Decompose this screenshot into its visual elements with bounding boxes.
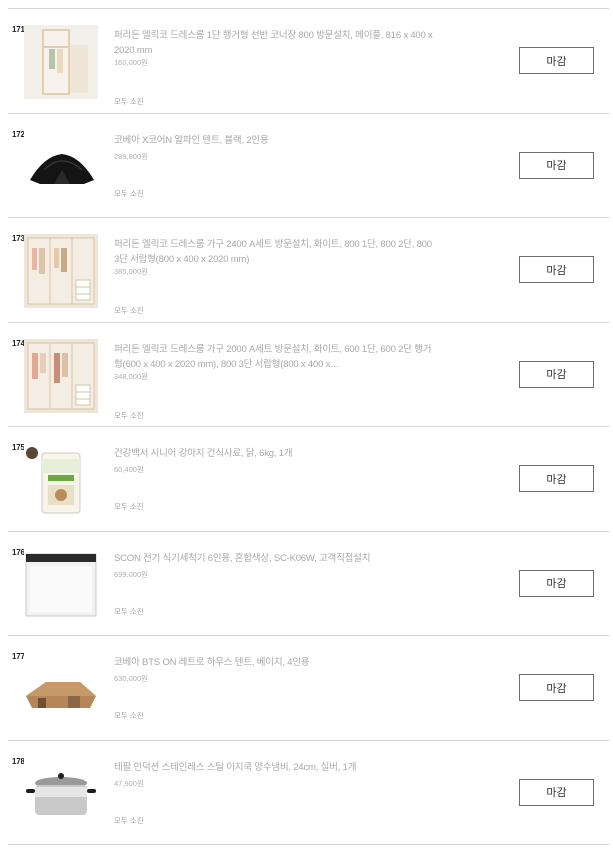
product-thumbnail[interactable] [24,129,98,204]
list-item: 177 코베아 BTS ON 레트로 하우스 텐트, 베이지, 4인용 630,… [8,636,609,741]
product-thumbnail[interactable] [24,443,98,517]
item-number: 178 [12,756,25,766]
product-list: 171 퍼리든 엘릭코 드레스룸 1단 행거형 선반 코너장 800 방문설치,… [8,8,609,845]
list-item: 176 SCON 전기 식기세척기 6인용, 혼합색상, SC-K06W, 고객… [8,532,609,636]
product-title[interactable]: 코베아 X코어N 알파인 텐트, 블랙, 2인용 [114,135,269,146]
closed-button[interactable]: 마감 [519,360,594,388]
closed-button[interactable]: 마감 [519,778,594,806]
item-number: 176 [12,547,25,557]
product-price: 699,000원 [114,569,149,579]
item-number: 174 [12,338,25,348]
product-title[interactable]: 퍼리든 엘릭코 드레스룸 1단 행거형 선반 코너장 800 방문설치, 메이플… [114,30,433,56]
list-item: 172 코베아 X코어N 알파인 텐트, 블랙, 2인용 289,800원 모두… [8,114,609,218]
product-price: 47,900원 [114,778,144,788]
closed-button[interactable]: 마감 [519,151,594,179]
product-thumbnail[interactable] [24,547,98,622]
closed-button[interactable]: 마감 [519,256,594,283]
stock-status: 모두 소진 [114,97,144,106]
stock-status: 모두 소진 [114,606,144,616]
closed-button[interactable]: 마감 [519,47,594,74]
list-item: 173 퍼리든 엘릭코 드레스룸 가구 2400 A세트 방문설치, 화이트, … [8,218,609,323]
stock-status: 모두 소진 [114,410,144,420]
product-price: 160,000원 [114,58,149,67]
stock-status: 모두 소진 [114,502,144,511]
product-price: 348,000원 [114,371,149,381]
list-item: 178 테팔 인덕션 스테인레스 스틸 이지쿡 양수냄비, 24cm, 실버, … [8,741,609,845]
item-number: 175 [12,443,25,452]
list-item: 171 퍼리든 엘릭코 드레스룸 1단 행거형 선반 코너장 800 방문설치,… [8,9,609,114]
product-thumbnail[interactable] [24,234,98,308]
stock-status: 모두 소진 [114,711,144,720]
item-number: 177 [12,652,25,661]
product-thumbnail[interactable] [24,756,98,831]
stock-status: 모두 소진 [114,815,144,825]
product-price: 630,000원 [114,674,149,683]
item-number: 172 [12,129,25,139]
closed-button[interactable]: 마감 [519,465,594,492]
product-thumbnail[interactable] [24,652,98,726]
product-thumbnail[interactable] [24,25,98,99]
product-title[interactable]: 코베아 BTS ON 레트로 하우스 텐트, 베이지, 4인용 [114,657,310,668]
product-price: 385,000원 [114,267,149,276]
product-thumbnail[interactable] [24,338,98,413]
stock-status: 모두 소진 [114,306,144,315]
closed-button[interactable]: 마감 [519,569,594,597]
item-number: 173 [12,234,25,243]
product-title[interactable]: 테팔 인덕션 스테인레스 스틸 이지쿡 양수냄비, 24cm, 실버, 1개 [114,762,356,773]
product-title[interactable]: 퍼리든 엘릭코 드레스룸 가구 2400 A세트 방문설치, 화이트, 800 … [114,239,432,265]
closed-button[interactable]: 마감 [519,674,594,701]
product-title[interactable]: SCON 전기 식기세척기 6인용, 혼합색상, SC-K06W, 고객직접설치 [114,553,370,564]
list-item: 174 퍼리든 엘릭코 드레스룸 가구 2000 A세트 방문설치, 화이트, … [8,323,609,427]
product-title[interactable]: 퍼리든 엘릭코 드레스룸 가구 2000 A세트 방문설치, 화이트, 600 … [114,344,431,370]
stock-status: 모두 소진 [114,188,144,198]
list-item: 175 건강백서 시니어 강아지 건식사료, 닭, 6kg, 1개 60,400… [8,427,609,532]
product-price: 289,800원 [114,151,149,161]
product-price: 60,400원 [114,465,144,474]
product-title[interactable]: 건강백서 시니어 강아지 건식사료, 닭, 6kg, 1개 [114,448,293,459]
item-number: 171 [12,25,25,34]
